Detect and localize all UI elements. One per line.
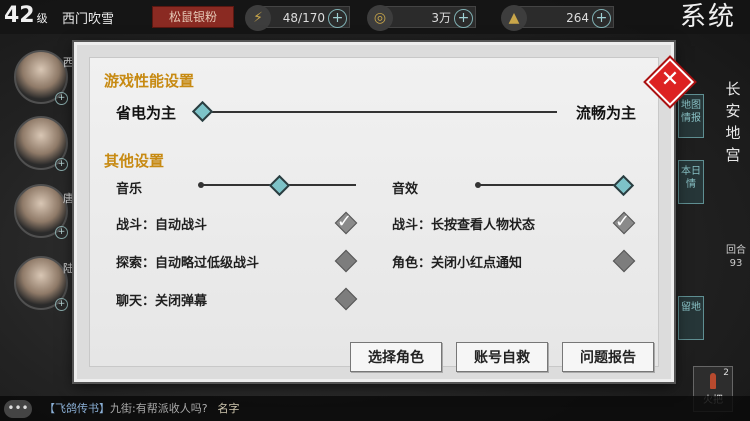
chat-line: 【飞鸽传书】九街:有帮派收人吗? 名字	[44, 396, 240, 421]
settings-panel: 游戏性能设置 省电为主 流畅为主 其他设置 音乐 音效 战斗：自动战斗 战斗：长…	[89, 57, 659, 372]
hero-plus-icon[interactable]: +	[55, 92, 68, 105]
other-section-title: 其他设置	[104, 152, 165, 170]
option-label: 探索：自动略过低级战斗	[116, 256, 260, 271]
torch-icon	[710, 373, 716, 389]
performance-slider-track[interactable]	[202, 111, 557, 113]
option-label: 战斗：自动战斗	[116, 218, 208, 233]
chat-channel: 【飞鸽传书】	[44, 402, 110, 415]
skip-low-battle-checkbox[interactable]	[334, 249, 358, 273]
system-corner-title: 系统	[680, 2, 737, 32]
power-saving-label: 省电为主	[116, 104, 177, 122]
music-label: 音乐	[116, 182, 143, 197]
guild-badge[interactable]: 松鼠银粉	[152, 6, 234, 28]
add-coin-button[interactable]: +	[454, 9, 473, 28]
hero-tag: 西	[63, 56, 74, 69]
hero-plus-icon[interactable]: +	[55, 298, 68, 311]
hero-plus-icon[interactable]: +	[55, 226, 68, 239]
checkmark-icon: ✓	[337, 211, 353, 232]
round-counter: 回合 93	[724, 244, 748, 270]
hide-red-dot-checkbox[interactable]	[612, 249, 636, 273]
add-stamina-button[interactable]: +	[328, 9, 347, 28]
stay-button[interactable]: 留地	[678, 296, 704, 340]
map-intel-button[interactable]: 地图情报	[678, 94, 704, 138]
party-sidebar: 西 + + 唐 + 陆 +	[0, 34, 74, 394]
daily-button[interactable]: 本日情	[678, 160, 704, 204]
coin-icon: ◎	[367, 5, 393, 31]
round-label: 回合	[726, 245, 746, 256]
hero-tag: 唐	[63, 192, 74, 205]
performance-slider-knob[interactable]	[191, 100, 214, 123]
chat-bar[interactable]: ••• 【飞鸽传书】九街:有帮派收人吗? 名字	[0, 396, 750, 421]
sfx-label: 音效	[392, 182, 419, 197]
coin-counter: ◎ 3万 +	[367, 5, 476, 31]
lightning-icon: ⚡	[245, 5, 271, 31]
sfx-slider-knob[interactable]	[612, 174, 635, 197]
smooth-label: 流畅为主	[576, 104, 637, 122]
torch-count: 2	[723, 368, 729, 378]
chat-bubble-icon[interactable]: •••	[4, 400, 32, 418]
top-status-bar: 42 级 西门吹雪 松鼠银粉 ⚡ 48/170 + ◎ 3万 + ▲ 264 + …	[0, 0, 750, 34]
add-ingot-button[interactable]: +	[592, 9, 611, 28]
option-label: 角色：关闭小红点通知	[392, 256, 523, 271]
option-label: 战斗：长按查看人物状态	[392, 218, 536, 233]
option-label: 聊天：关闭弹幕	[116, 294, 208, 309]
close-icon: ✕	[660, 67, 680, 92]
ingot-counter: ▲ 264 +	[501, 5, 614, 31]
round-value: 93	[729, 258, 743, 269]
account-rescue-button[interactable]: 账号自救	[456, 342, 548, 372]
hero-tag: 陆	[63, 262, 74, 275]
location-name: 长安地宫	[725, 80, 741, 164]
ingot-icon: ▲	[501, 5, 527, 31]
sfx-slider-track[interactable]	[478, 184, 623, 186]
player-name: 西门吹雪	[62, 12, 115, 27]
music-slider-knob[interactable]	[268, 174, 290, 197]
performance-section-title: 游戏性能设置	[104, 72, 195, 90]
disable-danmaku-checkbox[interactable]	[334, 287, 358, 311]
chat-message: 九街:有帮派收人吗?	[110, 402, 208, 415]
hero-plus-icon[interactable]: +	[55, 158, 68, 171]
player-level: 42 级	[4, 3, 48, 28]
checkmark-icon: ✓	[615, 211, 631, 232]
chat-name: 名字	[217, 402, 240, 415]
issue-report-button[interactable]: 问题报告	[562, 342, 654, 372]
stamina-counter: ⚡ 48/170 +	[245, 5, 350, 31]
choose-role-button[interactable]: 选择角色	[350, 342, 442, 372]
settings-dialog: 游戏性能设置 省电为主 流畅为主 其他设置 音乐 音效 战斗：自动战斗 战斗：长…	[74, 42, 674, 382]
